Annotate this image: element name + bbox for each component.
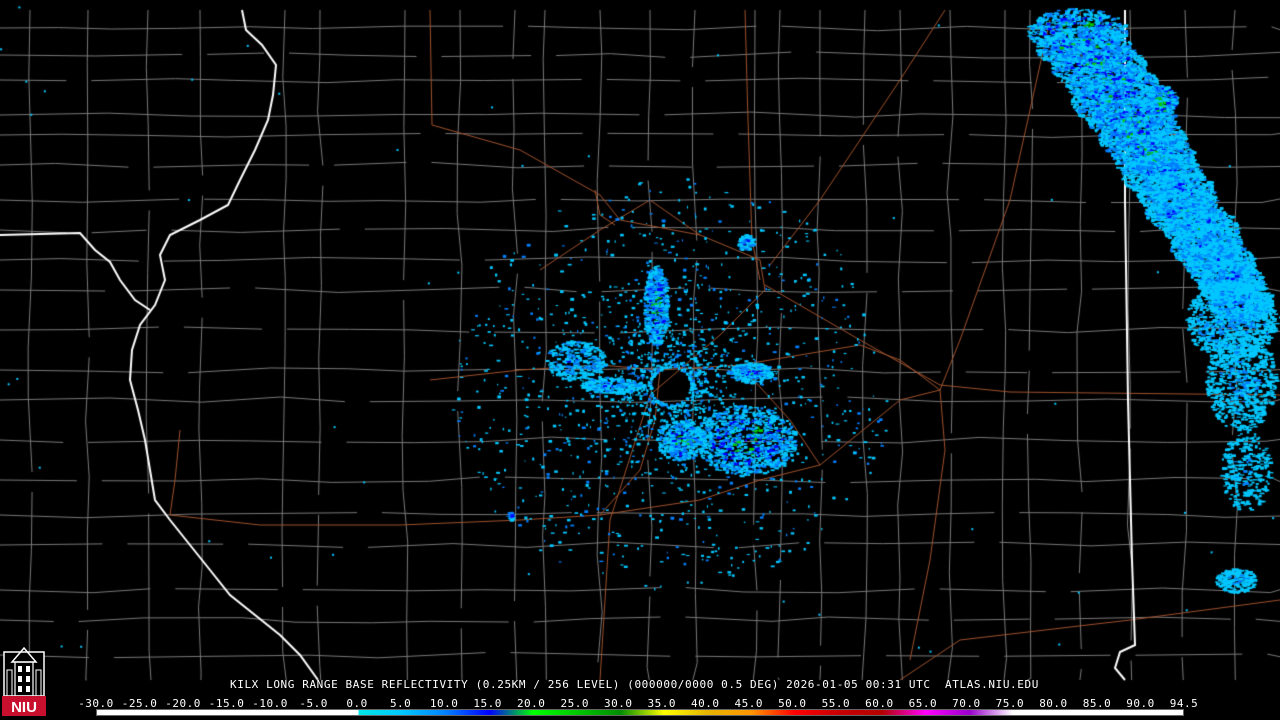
product-info-line: KILX LONG RANGE BASE REFLECTIVITY (0.25K… <box>230 678 1039 691</box>
colorbar-labels: -30.0 -25.0 -20.0 -15.0 -10.0 -5.0 0.0 5.0 10.0 1… <box>78 697 1198 710</box>
radar-map <box>0 0 1280 720</box>
logo-text: NIU <box>11 699 37 716</box>
niu-logo: NIU <box>2 646 46 716</box>
university-tower-icon <box>3 646 45 697</box>
reflectivity-colorbar <box>96 709 1184 716</box>
